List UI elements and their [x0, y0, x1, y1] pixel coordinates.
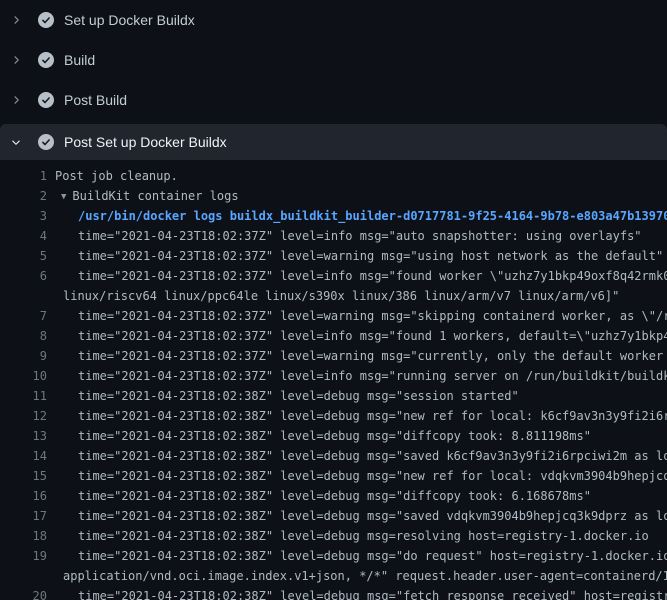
log-line-number[interactable]: 14 — [0, 446, 47, 466]
log-line-number[interactable]: 20 — [0, 586, 47, 600]
chevron-right-icon — [10, 14, 22, 26]
log-line-number[interactable]: 7 — [0, 306, 47, 326]
log-line-number[interactable]: 9 — [0, 346, 47, 366]
log-line: 8 ▼time="2021-04-23T18:02:37Z" level=inf… — [0, 326, 667, 346]
step-title: Post Build — [64, 92, 127, 108]
log-line-text[interactable]: ▼BuildKit container logs — [47, 186, 239, 206]
log-line-text: ▼Post job cleanup. — [47, 166, 178, 186]
log-line: 10 ▼time="2021-04-23T18:02:37Z" level=in… — [0, 366, 667, 386]
log-line-text: ▼time="2021-04-23T18:02:37Z" level=info … — [47, 266, 667, 286]
log-command-line: 3 ▼/usr/bin/docker logs buildx_buildkit_… — [0, 206, 667, 226]
chevron-down-icon — [10, 136, 22, 148]
step-header-post-build[interactable]: Post Build — [0, 80, 667, 120]
log-line-number[interactable]: 2 — [0, 186, 47, 206]
log-line-text: ▼/usr/bin/docker logs buildx_buildkit_bu… — [47, 206, 667, 226]
log-line-number[interactable] — [0, 566, 47, 586]
log-line-text: ▼time="2021-04-23T18:02:38Z" level=debug… — [47, 546, 667, 566]
log-line: 20 ▼time="2021-04-23T18:02:38Z" level=de… — [0, 586, 667, 600]
log-line-number[interactable]: 12 — [0, 406, 47, 426]
log-line-number[interactable]: 1 — [0, 166, 47, 186]
step-title: Set up Docker Buildx — [64, 12, 195, 28]
log-line: 4 ▼time="2021-04-23T18:02:37Z" level=inf… — [0, 226, 667, 246]
check-circle-icon — [38, 134, 54, 150]
log-line-number[interactable]: 6 — [0, 266, 47, 286]
log-line-text: ▼time="2021-04-23T18:02:38Z" level=debug… — [47, 446, 667, 466]
log-line: 9 ▼time="2021-04-23T18:02:37Z" level=war… — [0, 346, 667, 366]
log-line: 16 ▼time="2021-04-23T18:02:38Z" level=de… — [0, 486, 667, 506]
log-line: 17 ▼time="2021-04-23T18:02:38Z" level=de… — [0, 506, 667, 526]
log-line-text: ▼time="2021-04-23T18:02:37Z" level=info … — [47, 226, 642, 246]
log-line-text: ▼time="2021-04-23T18:02:38Z" level=debug… — [47, 466, 667, 486]
log-line-number[interactable]: 18 — [0, 526, 47, 546]
log-line-text: ▼linux/riscv64 linux/ppc64le linux/s390x… — [47, 286, 619, 306]
log-line-number[interactable]: 10 — [0, 366, 47, 386]
log-line: 6 ▼time="2021-04-23T18:02:37Z" level=inf… — [0, 266, 667, 286]
log-line-text: ▼time="2021-04-23T18:02:38Z" level=debug… — [47, 586, 667, 600]
log-line-number[interactable]: 4 — [0, 226, 47, 246]
workflow-job-log-viewer: Set up Docker Buildx Build Post Buil — [0, 0, 667, 600]
log-line-text: ▼time="2021-04-23T18:02:38Z" level=debug… — [47, 526, 649, 546]
step-header-set-up-docker-buildx[interactable]: Set up Docker Buildx — [0, 0, 667, 40]
log-line: ▼application/vnd.oci.image.index.v1+json… — [0, 566, 667, 586]
log-line: 11 ▼time="2021-04-23T18:02:38Z" level=de… — [0, 386, 667, 406]
log-line-text: ▼time="2021-04-23T18:02:37Z" level=warni… — [47, 346, 667, 366]
step-log-output[interactable]: 1 ▼Post job cleanup. 2 ▼BuildKit contain… — [0, 160, 667, 600]
log-line: 1 ▼Post job cleanup. — [0, 166, 667, 186]
check-circle-icon — [38, 12, 54, 28]
log-line-text: ▼time="2021-04-23T18:02:37Z" level=info … — [47, 326, 667, 346]
check-circle-icon — [38, 52, 54, 68]
log-line: 15 ▼time="2021-04-23T18:02:38Z" level=de… — [0, 466, 667, 486]
log-line-number[interactable]: 5 — [0, 246, 47, 266]
log-line-text: ▼time="2021-04-23T18:02:38Z" level=debug… — [47, 426, 591, 446]
job-steps-list: Set up Docker Buildx Build Post Buil — [0, 0, 667, 160]
log-line-number[interactable]: 3 — [0, 206, 47, 226]
check-circle-icon — [38, 92, 54, 108]
log-line-text: ▼time="2021-04-23T18:02:38Z" level=debug… — [47, 506, 667, 526]
log-line-text: ▼application/vnd.oci.image.index.v1+json… — [47, 566, 667, 586]
log-line-number[interactable]: 17 — [0, 506, 47, 526]
log-line-text: ▼time="2021-04-23T18:02:38Z" level=debug… — [47, 406, 667, 426]
triangle-down-icon: ▼ — [61, 192, 66, 202]
step-title: Post Set up Docker Buildx — [64, 134, 227, 150]
chevron-right-icon — [10, 54, 22, 66]
chevron-right-icon — [10, 94, 22, 106]
log-line-number[interactable]: 11 — [0, 386, 47, 406]
log-line-number[interactable]: 13 — [0, 426, 47, 446]
log-line: 12 ▼time="2021-04-23T18:02:38Z" level=de… — [0, 406, 667, 426]
log-line-number[interactable]: 15 — [0, 466, 47, 486]
log-line: 18 ▼time="2021-04-23T18:02:38Z" level=de… — [0, 526, 667, 546]
log-line-text: ▼time="2021-04-23T18:02:38Z" level=debug… — [47, 386, 519, 406]
log-line-number[interactable]: 19 — [0, 546, 47, 566]
step-header-post-set-up-docker-buildx[interactable]: Post Set up Docker Buildx — [0, 124, 667, 160]
log-line: ▼linux/riscv64 linux/ppc64le linux/s390x… — [0, 286, 667, 306]
log-line: 13 ▼time="2021-04-23T18:02:38Z" level=de… — [0, 426, 667, 446]
log-line-text: ▼time="2021-04-23T18:02:38Z" level=debug… — [47, 486, 591, 506]
log-line-text: ▼time="2021-04-23T18:02:37Z" level=warni… — [47, 246, 663, 266]
log-line: 14 ▼time="2021-04-23T18:02:38Z" level=de… — [0, 446, 667, 466]
log-line-number[interactable]: 16 — [0, 486, 47, 506]
log-line: 19 ▼time="2021-04-23T18:02:38Z" level=de… — [0, 546, 667, 566]
log-line-number[interactable]: 8 — [0, 326, 47, 346]
step-title: Build — [64, 52, 95, 68]
log-line-number[interactable] — [0, 286, 47, 306]
log-line: 7 ▼time="2021-04-23T18:02:37Z" level=war… — [0, 306, 667, 326]
step-header-build[interactable]: Build — [0, 40, 667, 80]
log-line-text: ▼time="2021-04-23T18:02:37Z" level=info … — [47, 366, 667, 386]
log-line-text: ▼time="2021-04-23T18:02:37Z" level=warni… — [47, 306, 667, 326]
log-line: 5 ▼time="2021-04-23T18:02:37Z" level=war… — [0, 246, 667, 266]
log-group-toggle: 2 ▼BuildKit container logs — [0, 186, 667, 206]
